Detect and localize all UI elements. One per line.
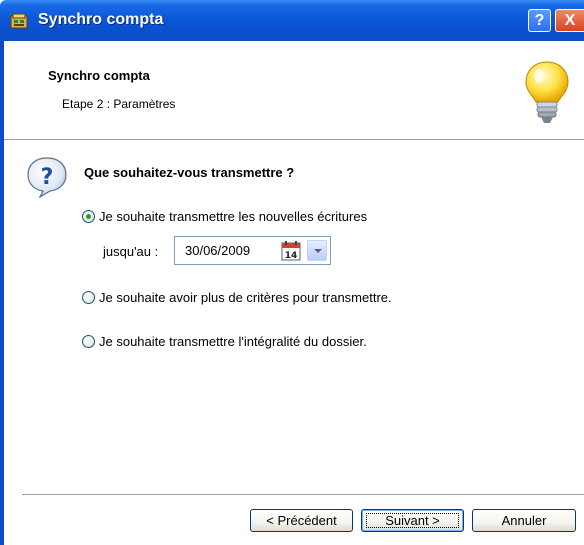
- help-button[interactable]: ?: [528, 9, 551, 32]
- date-dropdown-button[interactable]: [307, 240, 327, 261]
- until-label: jusqu'au :: [103, 244, 159, 259]
- calendar-day: 14: [285, 251, 298, 261]
- footer-divider: [22, 494, 584, 496]
- svg-text:?: ?: [41, 165, 54, 190]
- question-icon: ?: [27, 157, 67, 198]
- cancel-button-label: Annuler: [501, 513, 547, 528]
- option-label-new-entries[interactable]: Je souhaite transmettre les nouvelles éc…: [99, 209, 367, 224]
- header-title: Synchro compta: [48, 68, 150, 83]
- next-button[interactable]: Suivant >: [361, 509, 464, 532]
- wizard-header: Synchro compta Etape 2 : Paramètres: [4, 41, 584, 139]
- option-radio-more-criteria[interactable]: [82, 291, 95, 304]
- next-button-label: Suivant >: [385, 513, 440, 528]
- title-bar[interactable]: Synchro compta ? X: [0, 0, 584, 41]
- calendar-icon[interactable]: 14: [281, 241, 301, 261]
- previous-button[interactable]: < Précédent: [250, 509, 353, 532]
- wizard-window: Synchro compta ? X Synchro compta Etape …: [0, 0, 584, 545]
- previous-button-label: < Précédent: [266, 513, 337, 528]
- option-radio-full-folder[interactable]: [82, 335, 95, 348]
- cancel-button[interactable]: Annuler: [472, 509, 576, 532]
- date-value[interactable]: 30/06/2009: [185, 243, 250, 258]
- window-title: Synchro compta: [38, 11, 164, 28]
- option-label-full-folder[interactable]: Je souhaite transmettre l'intégralité du…: [99, 334, 367, 349]
- question-text: Que souhaitez-vous transmettre ?: [84, 165, 295, 180]
- header-divider: [4, 139, 584, 141]
- header-step: Etape 2 : Paramètres: [62, 97, 176, 111]
- close-button[interactable]: X: [555, 9, 584, 32]
- option-label-more-criteria[interactable]: Je souhaite avoir plus de critères pour …: [99, 290, 392, 305]
- app-icon: [10, 13, 28, 29]
- date-picker[interactable]: 30/06/2009 14: [174, 236, 331, 265]
- option-radio-new-entries[interactable]: [82, 210, 95, 223]
- lightbulb-icon: [525, 61, 569, 123]
